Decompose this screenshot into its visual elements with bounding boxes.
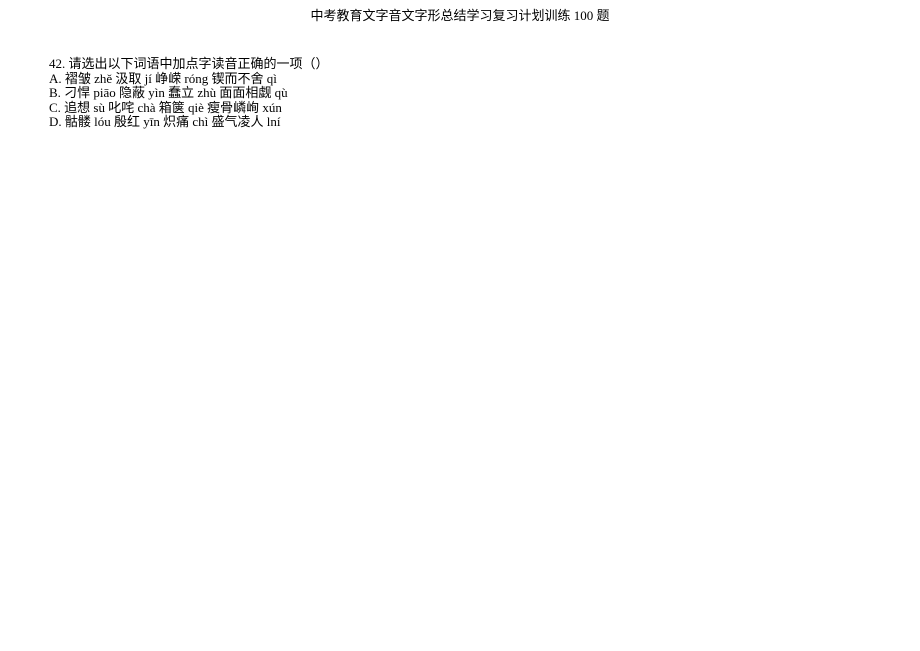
option-d: D. 骷髅 lóu 殷红 yīn 炽痛 chì 盛气凌人 lní xyxy=(49,115,920,130)
option-c: C. 追想 sù 叱咤 chà 箱箧 qiè 瘦骨嶙峋 xún xyxy=(49,101,920,116)
question-prompt: 42. 请选出以下词语中加点字读音正确的一项（） xyxy=(49,57,920,72)
option-b: B. 刁悍 piāo 隐蔽 yìn 蠢立 zhù 面面相觑 qù xyxy=(49,86,920,101)
page-title: 中考教育文字音文字形总结学习复习计划训练 100 题 xyxy=(0,0,920,24)
question-content: 42. 请选出以下词语中加点字读音正确的一项（） A. 褶皱 zhě 汲取 jí… xyxy=(0,24,920,130)
option-a: A. 褶皱 zhě 汲取 jí 峥嵘 róng 锲而不舍 qì xyxy=(49,72,920,87)
